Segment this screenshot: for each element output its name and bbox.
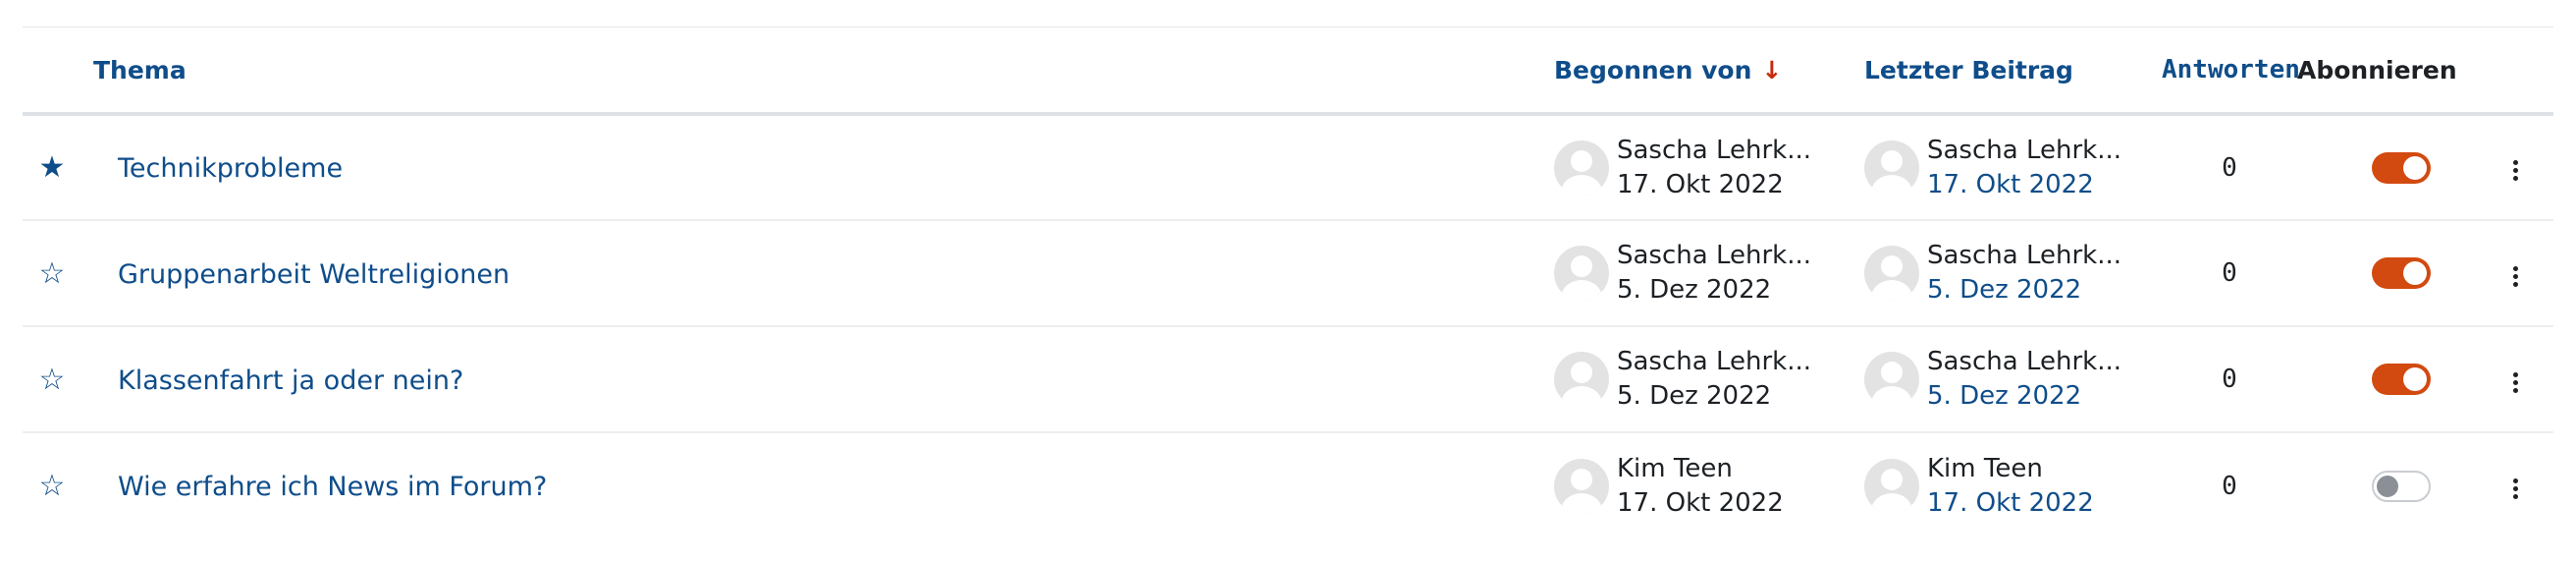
started-by-name: Sascha Lehrk... — [1617, 241, 1811, 270]
replies-count: 0 — [2222, 365, 2237, 394]
topic-link[interactable]: Klassenfahrt ja oder nein? — [118, 365, 463, 396]
topic-cell: ☆ Wie erfahre ich News im Forum? — [23, 432, 1554, 538]
avatar[interactable] — [1554, 246, 1609, 301]
more-actions-icon[interactable] — [2505, 262, 2526, 291]
table-row: ☆ Wie erfahre ich News im Forum? Kim Teen… — [23, 432, 2553, 538]
star-icon[interactable]: ☆ — [23, 363, 81, 397]
avatar[interactable] — [1554, 458, 1609, 514]
last-post-name: Kim Teen — [1927, 453, 2043, 483]
discussion-list-table: Thema Begonnen von ↓ Letzter Beitrag Antw… — [23, 28, 2553, 538]
column-header-subscribe-label: Abonnieren — [2297, 55, 2457, 84]
topic-cell: ★ Technikprobleme — [23, 114, 1554, 220]
last-post-name: Sascha Lehrk... — [1927, 241, 2121, 270]
subscribe-toggle[interactable] — [2372, 257, 2431, 289]
column-header-subscribe: Abonnieren — [2297, 28, 2478, 116]
actions-cell — [2478, 326, 2553, 432]
started-by-cell: Sascha Lehrk... 5. Dez 2022 — [1554, 326, 1864, 432]
topic-link[interactable]: Technikprobleme — [118, 153, 343, 184]
table-header-row: Thema Begonnen von ↓ Letzter Beitrag Antw… — [23, 28, 2553, 116]
column-header-replies[interactable]: Antworten — [2162, 28, 2300, 116]
actions-cell — [2478, 220, 2553, 326]
started-by-name: Sascha Lehrk... — [1617, 347, 1811, 376]
avatar[interactable] — [1864, 352, 1919, 407]
topic-cell: ☆ Gruppenarbeit Weltreligionen — [23, 220, 1554, 326]
toggle-knob — [2377, 475, 2398, 497]
last-post-cell: Kim Teen 17. Okt 2022 — [1864, 432, 2162, 538]
last-post-date-link[interactable]: 17. Okt 2022 — [1927, 168, 2121, 202]
toggle-knob — [2403, 261, 2427, 285]
actions-cell — [2478, 114, 2553, 220]
avatar[interactable] — [1554, 352, 1609, 407]
table-row: ☆ Klassenfahrt ja oder nein? Sascha Lehrk… — [23, 326, 2553, 432]
replies-count: 0 — [2222, 152, 2237, 183]
last-post-date-link[interactable]: 5. Dez 2022 — [1927, 273, 2121, 308]
replies-count: 0 — [2222, 258, 2237, 288]
sort-descending-icon: ↓ — [1761, 55, 1783, 84]
column-header-started-by[interactable]: Begonnen von ↓ — [1554, 28, 1864, 116]
table-row: ☆ Gruppenarbeit Weltreligionen Sascha Leh… — [23, 220, 2553, 326]
subscribe-toggle[interactable] — [2372, 151, 2431, 184]
subscribe-toggle[interactable] — [2372, 364, 2431, 395]
last-post-cell: Sascha Lehrk... 17. Okt 2022 — [1864, 114, 2162, 220]
started-date: 5. Dez 2022 — [1617, 381, 1772, 411]
started-by-name: Kim Teen — [1617, 453, 1733, 483]
subscribe-cell — [2297, 326, 2478, 432]
star-icon[interactable]: ☆ — [23, 469, 81, 503]
started-by-cell: Sascha Lehrk... 17. Okt 2022 — [1554, 114, 1864, 220]
last-post-name: Sascha Lehrk... — [1927, 347, 2121, 376]
column-header-started-by-label[interactable]: Begonnen von — [1554, 56, 1751, 84]
started-date: 17. Okt 2022 — [1617, 487, 1784, 518]
last-post-cell: Sascha Lehrk... 5. Dez 2022 — [1864, 220, 2162, 326]
star-icon[interactable]: ☆ — [23, 256, 81, 291]
actions-cell — [2478, 432, 2553, 538]
started-by-cell: Kim Teen 17. Okt 2022 — [1554, 432, 1864, 538]
toggle-knob — [2403, 367, 2427, 391]
started-by-name: Sascha Lehrk... — [1617, 135, 1811, 165]
avatar[interactable] — [1864, 458, 1919, 514]
started-by-cell: Sascha Lehrk... 5. Dez 2022 — [1554, 220, 1864, 326]
toggle-knob — [2403, 155, 2427, 180]
column-header-last-post[interactable]: Letzter Beitrag — [1864, 28, 2162, 116]
more-actions-icon[interactable] — [2505, 368, 2526, 397]
replies-count: 0 — [2222, 471, 2237, 501]
more-actions-icon[interactable] — [2505, 475, 2526, 503]
column-header-topic[interactable]: Thema — [23, 28, 1554, 116]
table-row: ★ Technikprobleme Sascha Lehrk... 17. Okt… — [23, 114, 2553, 220]
last-post-name: Sascha Lehrk... — [1927, 135, 2121, 165]
column-header-actions — [2478, 28, 2553, 116]
started-date: 5. Dez 2022 — [1617, 275, 1772, 305]
column-header-replies-label[interactable]: Antworten — [2162, 55, 2300, 84]
avatar[interactable] — [1864, 246, 1919, 301]
subscribe-cell — [2297, 220, 2478, 326]
avatar[interactable] — [1554, 140, 1609, 196]
last-post-cell: Sascha Lehrk... 5. Dez 2022 — [1864, 326, 2162, 432]
started-date: 17. Okt 2022 — [1617, 169, 1784, 199]
star-icon[interactable]: ★ — [23, 150, 81, 185]
topic-cell: ☆ Klassenfahrt ja oder nein? — [23, 326, 1554, 432]
topic-link[interactable]: Gruppenarbeit Weltreligionen — [118, 259, 510, 290]
last-post-date-link[interactable]: 5. Dez 2022 — [1927, 379, 2121, 414]
more-actions-icon[interactable] — [2505, 156, 2526, 185]
subscribe-toggle[interactable] — [2372, 470, 2431, 502]
topic-link[interactable]: Wie erfahre ich News im Forum? — [118, 472, 547, 502]
avatar[interactable] — [1864, 140, 1919, 196]
subscribe-cell — [2297, 114, 2478, 220]
subscribe-cell — [2297, 432, 2478, 538]
column-header-topic-label[interactable]: Thema — [93, 56, 187, 84]
last-post-date-link[interactable]: 17. Okt 2022 — [1927, 486, 2094, 521]
column-header-last-post-label[interactable]: Letzter Beitrag — [1864, 56, 2073, 84]
